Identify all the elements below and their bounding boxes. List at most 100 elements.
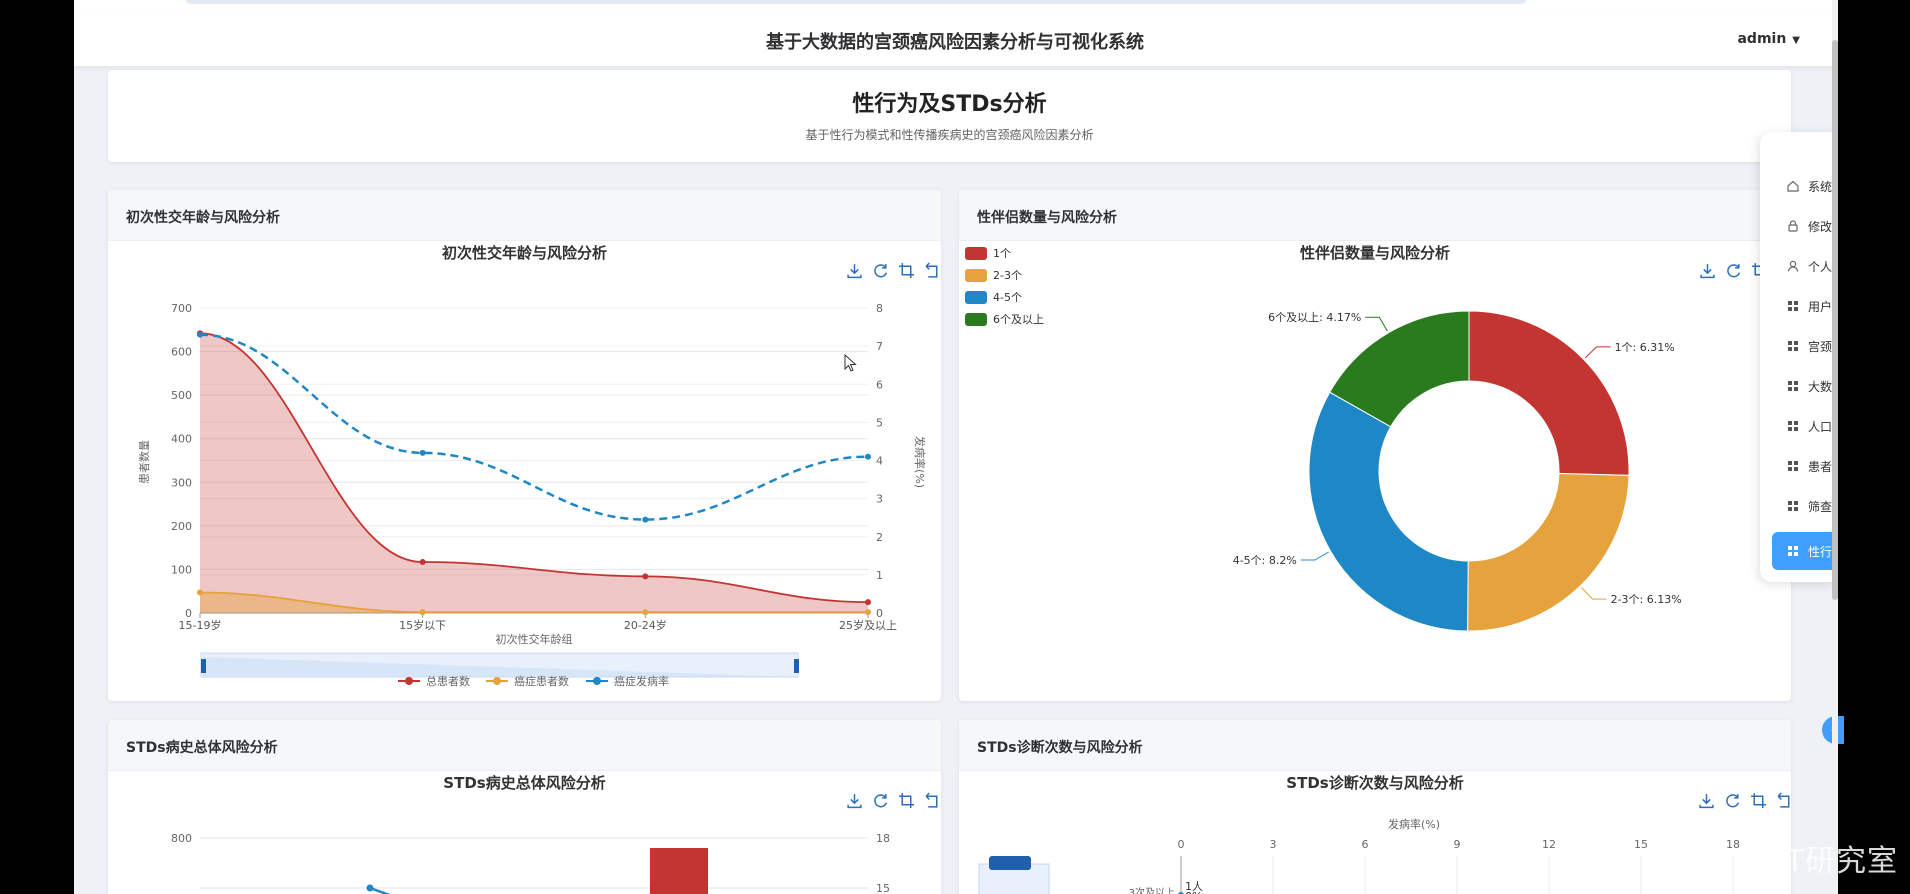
data-point [642, 609, 649, 616]
data-point [419, 609, 426, 616]
first-sex-age-chart: 010020030040050060070001234567815-19岁 15岁… [138, 302, 927, 688]
side-menu-item[interactable]: 筛查 [1786, 496, 1836, 516]
data-point [197, 331, 203, 338]
data-point [419, 449, 426, 456]
y-tick-label: 200 [171, 520, 192, 533]
side-menu-item[interactable]: 性行 [1772, 532, 1836, 570]
scrollbar[interactable] [1832, 0, 1838, 894]
side-menu-item-label: 个人 [1808, 259, 1833, 274]
x-axis-label: 发病率(%) [1388, 817, 1440, 831]
side-menu-item[interactable]: 修改 [1786, 216, 1836, 236]
data-point [642, 573, 649, 580]
side-menu-item-label: 人口 [1808, 419, 1833, 434]
data-point [865, 609, 871, 616]
side-menu-item[interactable]: 系统 [1786, 176, 1836, 196]
x-tick-label: 9 [1454, 838, 1461, 851]
series-area [200, 333, 868, 613]
y-tick-label: 600 [171, 346, 192, 359]
watermark: CSDN @IT研究室 [1644, 844, 1898, 879]
series-line [369, 886, 391, 894]
page-header-card: 性行为及STDs分析 基于性行为模式和性传播疾病史的宫颈癌风险因素分析 [108, 70, 1791, 162]
y2-tick-label: 2 [876, 531, 883, 544]
side-menu-item-label: 大数 [1808, 379, 1833, 394]
data-label: 0% [1185, 890, 1202, 894]
data-point [865, 599, 871, 606]
page-title: 性行为及STDs分析 [852, 92, 1047, 117]
grid-icon [1786, 419, 1800, 433]
data-point [419, 559, 426, 566]
x-tick-label: 15-19岁 [179, 618, 222, 632]
side-menu-item-label: 患者 [1808, 459, 1833, 474]
y-tick-label: 300 [171, 476, 192, 489]
y2-tick-label: 1 [876, 569, 883, 582]
pie-slice [1467, 472, 1630, 632]
side-menu-item[interactable]: 患者 [1786, 456, 1836, 476]
side-menu-item-label: 性行 [1808, 544, 1833, 559]
pie-label-line [1581, 587, 1607, 600]
lock-icon [1786, 219, 1800, 233]
top-header: 基于大数据的宫颈癌风险因素分析与可视化系统 admin ▼ [74, 12, 1836, 67]
top-strip [74, 0, 1836, 12]
pie-label-line [1300, 551, 1329, 561]
pie-slice-label: 1个: 6.31% [1615, 341, 1675, 354]
y2-tick-label: 15 [876, 882, 890, 894]
side-menu-item[interactable]: 个人 [1786, 256, 1836, 276]
y-tick-label: 800 [171, 832, 192, 845]
data-point [642, 516, 649, 523]
legend-label: 癌症患者数 [514, 674, 569, 688]
top-strip-inner [186, 0, 1526, 4]
pie-label-line [1365, 316, 1388, 332]
side-menu-item-label: 用户 [1808, 299, 1833, 314]
side-menu-item[interactable]: 宫颈 [1786, 336, 1836, 356]
x-tick-label: 25岁及以上 [839, 618, 897, 632]
pie-slice-label: 6个及以上: 4.17% [1268, 311, 1361, 324]
data-point [865, 453, 871, 460]
legend-label: 总患者数 [426, 674, 470, 688]
datazoom-handle-left [201, 659, 206, 673]
side-menu-item[interactable]: 人口 [1786, 416, 1836, 436]
grid-icon [1786, 379, 1800, 393]
caret-down-icon: ▼ [1792, 35, 1800, 46]
scrollbar-thumb[interactable] [1832, 40, 1838, 600]
legend-label: 癌症发病率 [614, 674, 669, 688]
card-stds-total: STDs病史总体风险分析 STDs病史总体风险分析 800 18 15 [108, 720, 941, 894]
y2-axis-label: 发病率(%) [913, 436, 927, 488]
grid-icon [1786, 299, 1800, 313]
legend-marker [593, 677, 601, 685]
side-menu-item-label: 筛查 [1808, 499, 1833, 514]
y2-tick-label: 5 [876, 416, 883, 429]
datazoom-handle-right [794, 659, 799, 673]
system-title: 基于大数据的宫颈癌风险因素分析与可视化系统 [766, 32, 1144, 53]
side-menu-item-label: 系统 [1808, 179, 1833, 194]
side-menu-item[interactable]: 用户 [1786, 296, 1836, 316]
app-window: 基于大数据的宫颈癌风险因素分析与可视化系统 admin ▼ 性行为及STDs分析 … [74, 0, 1836, 894]
y2-tick-label: 3 [876, 493, 883, 506]
page-subtitle: 基于性行为模式和性传播疾病史的宫颈癌风险因素分析 [805, 128, 1094, 142]
pie-label-line [1584, 346, 1611, 359]
pie-slice [1308, 391, 1469, 632]
y2-tick-label: 8 [876, 302, 883, 315]
grid-icon [1786, 459, 1800, 473]
grid-icon [1786, 339, 1800, 353]
datazoom-handle [989, 856, 1031, 870]
x-tick-label: 6 [1362, 838, 1369, 851]
y2-tick-label: 4 [876, 455, 883, 468]
legend-marker [493, 677, 501, 685]
x-tick-label: 0 [1178, 838, 1185, 851]
data-point [197, 589, 203, 596]
card-first-sex-age: 初次性交年龄与风险分析 初次性交年龄与风险分析 0 100 200 300 400 500… [108, 190, 941, 701]
y-tick-label: 500 [171, 389, 192, 402]
y-tick-label: 3次及以上 [1129, 886, 1175, 894]
mouse-pointer-icon [844, 354, 857, 372]
y2-tick-label: 7 [876, 340, 883, 353]
side-menu: 系统修改个人用户宫颈大数人口患者筛查性行 [1760, 132, 1836, 582]
legend-marker [405, 677, 413, 685]
y-tick-label: 700 [171, 302, 192, 315]
user-icon [1786, 259, 1800, 273]
pie-slice-label: 4-5个: 8.2% [1233, 554, 1297, 567]
side-menu-item-label: 宫颈 [1808, 339, 1833, 354]
user-dropdown[interactable]: admin ▼ [1737, 31, 1800, 47]
card-partners: 性伴侣数量与风险分析 性伴侣数量与风险分析 1个 2-3个 4-5个 6个及以上 1个… [959, 190, 1791, 701]
partners-donut-chart: 1个: 6.31% 2-3个: 6.13% 4-5个: 8.2% 6个及以上: 4.1… [1233, 310, 1682, 632]
side-menu-item[interactable]: 大数 [1786, 376, 1836, 396]
